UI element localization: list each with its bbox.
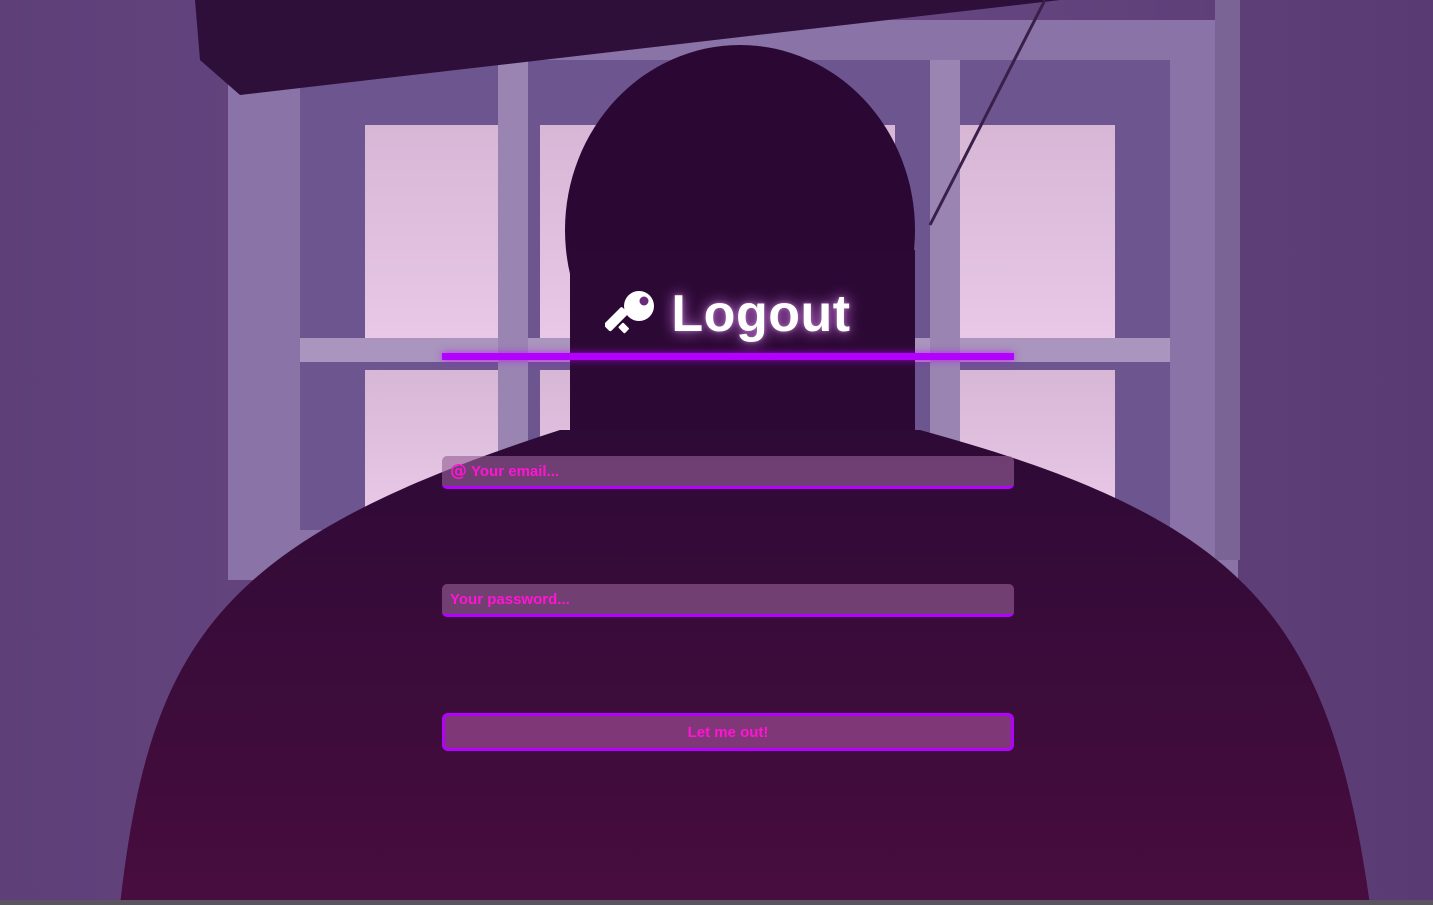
key-icon — [605, 288, 657, 340]
email-field: @ — [442, 456, 1014, 489]
background-image — [0, 0, 1433, 905]
submit-button[interactable]: Let me out! — [442, 713, 1014, 751]
at-icon: @ — [450, 460, 467, 481]
logout-form: Logout @ Let me out! — [442, 280, 1014, 751]
password-field — [442, 584, 1014, 617]
email-input[interactable] — [471, 456, 1014, 486]
bottom-strip — [0, 900, 1433, 905]
page-title: Logout — [671, 285, 851, 343]
title-underline — [442, 353, 1014, 360]
password-input[interactable] — [450, 584, 1014, 614]
title-row: Logout — [442, 280, 1014, 348]
